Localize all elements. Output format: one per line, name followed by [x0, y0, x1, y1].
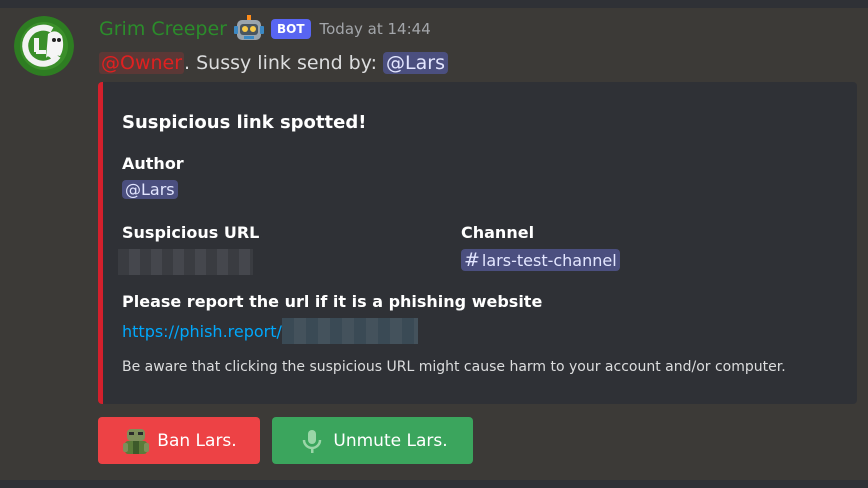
owner-role-mention[interactable]: @Owner [99, 52, 185, 74]
redacted-link-suffix [281, 318, 418, 344]
author-name[interactable]: Grim Creeper [99, 18, 227, 40]
message-content: @Owner . Sussy link send by: @Lars [99, 48, 448, 78]
channel-hash-icon: # [464, 249, 480, 271]
previous-message-edge [0, 0, 868, 8]
url-field-name: Suspicious URL [122, 223, 260, 242]
author-field-value: @Lars [122, 180, 178, 199]
author-field-name: Author [122, 154, 184, 173]
report-field-name: Please report the url if it is a phishin… [122, 292, 543, 311]
channel-mention[interactable]: # lars-test-channel [461, 249, 620, 271]
discord-message-view: Grim Creeper BOT Today at 14:44 @Owner .… [0, 0, 868, 488]
channel-name: lars-test-channel [481, 251, 617, 270]
unmute-lars-button[interactable]: Unmute Lars. [272, 417, 473, 464]
embed-title: Suspicious link spotted! [122, 112, 367, 133]
bot-avatar[interactable] [14, 16, 74, 76]
channel-field-name: Channel [461, 223, 535, 242]
phish-report-link[interactable]: https://phish.report/ [122, 322, 282, 341]
message-timestamp[interactable]: Today at 14:44 [320, 20, 431, 38]
ban-button-label: Ban Lars. [157, 430, 237, 451]
ban-lars-button[interactable]: Ban Lars. [98, 417, 260, 464]
embed-card: Suspicious link spotted! Author @Lars Su… [98, 82, 857, 404]
redacted-url [118, 249, 253, 275]
author-mention[interactable]: @Lars [122, 180, 178, 199]
report-field-value: https://phish.report/ [122, 318, 418, 344]
channel-field-value: # lars-test-channel [461, 249, 620, 271]
embed-footer-warning: Be aware that clicking the suspicious UR… [122, 359, 786, 375]
url-field-value [118, 249, 253, 275]
microphone-icon [303, 429, 322, 453]
grim-creeper-avatar-icon [14, 16, 74, 76]
bot-badge: BOT [270, 19, 311, 39]
next-message-edge [0, 480, 868, 488]
message-header: Grim Creeper BOT Today at 14:44 [99, 14, 431, 44]
user-mention-lars[interactable]: @Lars [383, 52, 448, 74]
zombie-emoji-icon [123, 428, 150, 454]
unmute-button-label: Unmute Lars. [333, 430, 448, 451]
robot-emoji-icon [233, 15, 264, 40]
message-text: . Sussy link send by: [184, 52, 384, 74]
